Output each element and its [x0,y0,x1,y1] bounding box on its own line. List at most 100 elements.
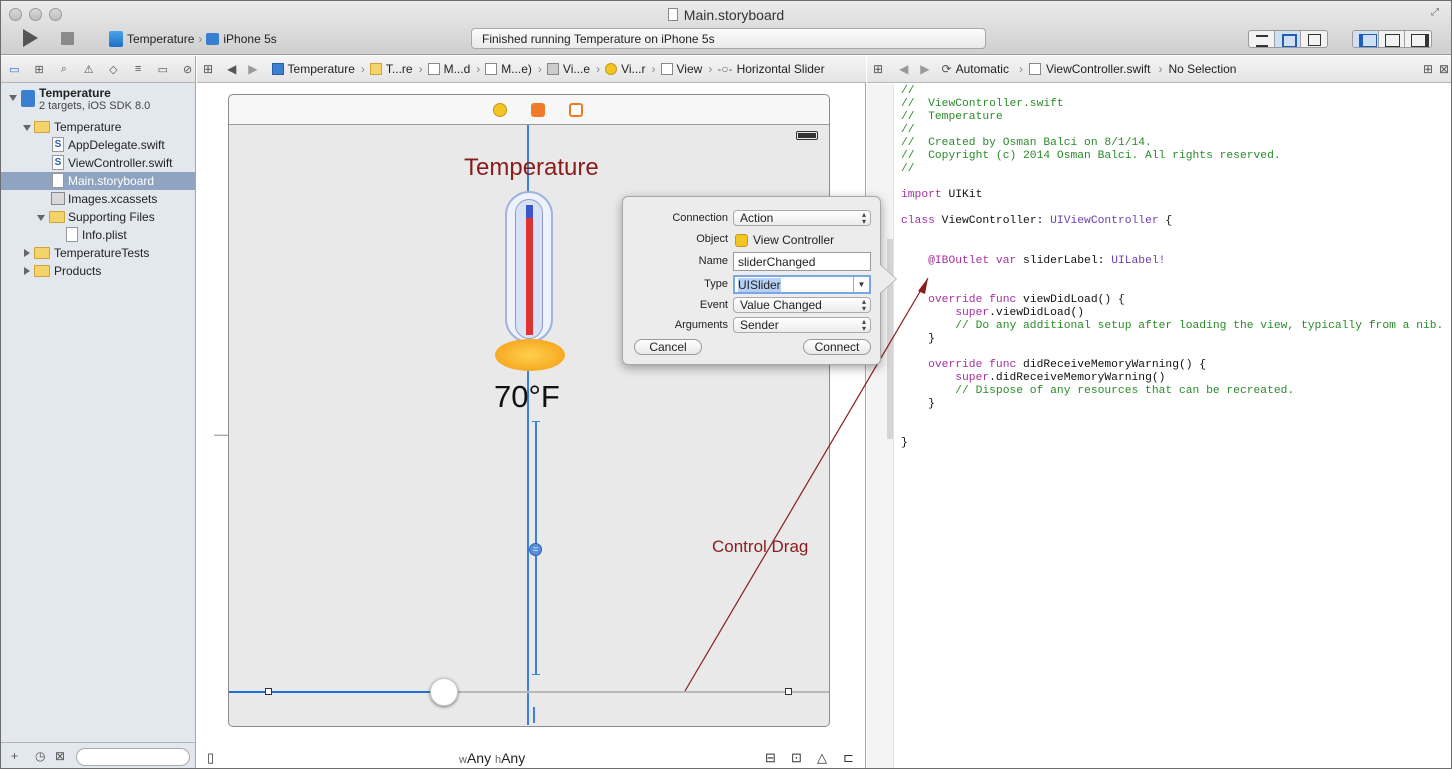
exit-icon[interactable] [569,103,583,117]
jump-item-storyboard[interactable]: M...d [427,62,470,76]
tree-item-temperature-tests[interactable]: TemperatureTests [1,244,195,262]
debug-icon[interactable]: ≡ [131,63,146,75]
arguments-select[interactable]: Sender ▴ ▾ [733,317,871,333]
code-line[interactable] [901,281,1443,294]
connection-select[interactable]: Action ▴ ▾ [733,210,871,226]
jump-item-view[interactable]: View [660,62,702,76]
code-line[interactable]: // Do any additional setup after loading… [901,320,1443,333]
constraint-equal-icon[interactable]: = [529,543,542,556]
code-line[interactable]: @IBOutlet var sliderLabel: UILabel! [901,255,1443,268]
code-line[interactable] [901,424,1443,437]
jump-item-group[interactable]: T...re [369,62,413,76]
code-line[interactable]: // Created by Osman Balci on 8/1/14. [901,137,1443,150]
assistant-editor-button[interactable] [1275,31,1301,47]
tree-item-temperature-group[interactable]: Temperature [1,118,195,136]
code-line[interactable]: } [901,333,1443,346]
stop-button[interactable] [61,32,74,45]
assistant-selection[interactable]: No Selection [1168,62,1236,76]
back-icon[interactable]: ◀ [899,62,908,76]
add-editor-icon[interactable]: ⊞ [1423,62,1433,76]
code-line[interactable]: super.viewDidLoad() [901,307,1443,320]
pin-icon[interactable]: ⊡ [791,750,802,766]
forward-icon[interactable]: ▶ [248,62,257,76]
scheme-selector[interactable]: Temperature › iPhone 5s [109,30,277,48]
resolve-issues-icon[interactable]: △ [817,750,827,766]
jump-item-slider[interactable]: -○- Horizontal Slider [717,62,824,76]
symbol-icon[interactable]: ⊞ [32,63,47,76]
warning-icon[interactable]: ⚠ [81,63,96,76]
assistant-mode[interactable]: Automatic [956,62,1009,76]
project-row[interactable]: Temperature 2 targets, iOS SDK 8.0 [1,86,195,118]
horizontal-slider-thumb[interactable] [430,678,458,706]
tree-item-appdelegate[interactable]: S AppDelegate.swift [1,136,195,154]
test-icon[interactable]: ◇ [106,63,121,76]
code-line[interactable]: } [901,437,1443,450]
navigator-filter-input[interactable] [76,748,190,766]
disclosure-open-icon[interactable] [9,95,17,101]
cancel-button[interactable]: Cancel [634,339,702,355]
code-line[interactable] [901,229,1443,242]
tree-item-viewcontroller[interactable]: S ViewController.swift [1,154,195,172]
disclosure-open-icon[interactable] [37,215,45,221]
tree-item-products[interactable]: Products [1,262,195,280]
close-editor-icon[interactable]: ⊠ [1439,62,1449,76]
jump-item-storyboard-base[interactable]: M...e) [485,62,532,76]
code-line[interactable]: // [901,163,1443,176]
debug-area-toggle-button[interactable] [1379,31,1405,47]
view-controller-icon[interactable] [493,103,507,117]
code-line[interactable]: // [901,85,1443,98]
utilities-toggle-button[interactable] [1405,31,1431,47]
related-items-icon[interactable]: ⊞ [203,62,213,76]
code-line[interactable]: // Temperature [901,111,1443,124]
tree-item-main-storyboard[interactable]: Main.storyboard [1,172,195,190]
code-line[interactable] [901,346,1443,359]
jump-item-project[interactable]: Temperature [271,62,355,76]
temperature-value-label[interactable]: 70°F [494,379,560,415]
forward-icon[interactable]: ▶ [920,62,929,76]
navigator-toggle-button[interactable] [1353,31,1379,47]
jump-item-scene[interactable]: Vi...e [546,62,590,76]
log-icon[interactable]: ⊘ [180,63,195,76]
jump-item-view-controller[interactable]: Vi...r [605,62,646,76]
disclosure-open-icon[interactable] [23,125,31,131]
resizing-icon[interactable]: ⊏ [843,750,854,766]
folder-icon[interactable]: ▭ [7,63,22,76]
run-button[interactable] [23,29,38,47]
version-editor-button[interactable] [1301,31,1327,47]
tree-item-info-plist[interactable]: Info.plist [1,226,195,244]
add-icon[interactable]: + [11,749,18,763]
back-icon[interactable]: ◀ [227,62,236,76]
code-line[interactable] [901,202,1443,215]
code-line[interactable] [901,268,1443,281]
code-line[interactable] [901,411,1443,424]
size-class-control[interactable]: wAny hAny [459,750,525,766]
code-line[interactable]: import UIKit [901,189,1443,202]
disclosure-closed-icon[interactable] [24,249,30,257]
recent-files-icon[interactable]: ◷ [35,749,45,763]
code-line[interactable] [901,176,1443,189]
code-line[interactable]: override func didReceiveMemoryWarning() … [901,359,1443,372]
code-line[interactable]: } [901,398,1443,411]
type-combobox[interactable]: UISlider ▼ [733,275,871,294]
view-controller-scene[interactable]: Temperature 70°F = Control Drag [228,94,830,727]
code-line[interactable]: class ViewController: UIViewController { [901,215,1443,228]
code-line[interactable] [901,242,1443,255]
align-icon[interactable]: ⊟ [765,750,776,766]
event-select[interactable]: Value Changed ▴ ▾ [733,297,871,313]
code-line[interactable]: super.didReceiveMemoryWarning() [901,372,1443,385]
outline-toggle-icon[interactable]: ▯ [207,750,214,766]
search-icon[interactable]: ⌕ [57,63,72,76]
tree-item-supporting-files[interactable]: Supporting Files [1,208,195,226]
connect-button[interactable]: Connect [803,339,871,355]
first-responder-icon[interactable] [531,103,545,117]
fullscreen-icon[interactable]: ⤢ [1431,7,1443,19]
name-field[interactable]: sliderChanged [733,252,871,271]
breakpoint-icon[interactable]: ▭ [156,63,171,76]
chevron-down-icon[interactable]: ▼ [853,277,869,292]
code-line[interactable]: override func viewDidLoad() { [901,294,1443,307]
scm-filter-icon[interactable]: ⊠ [55,749,65,763]
assistant-file[interactable]: ViewController.swift [1046,62,1150,76]
slider-resize-handle[interactable] [785,688,792,695]
code-editor[interactable]: //// ViewController.swift// Temperature /… [901,85,1443,450]
related-items-icon[interactable]: ⊞ [873,62,883,76]
